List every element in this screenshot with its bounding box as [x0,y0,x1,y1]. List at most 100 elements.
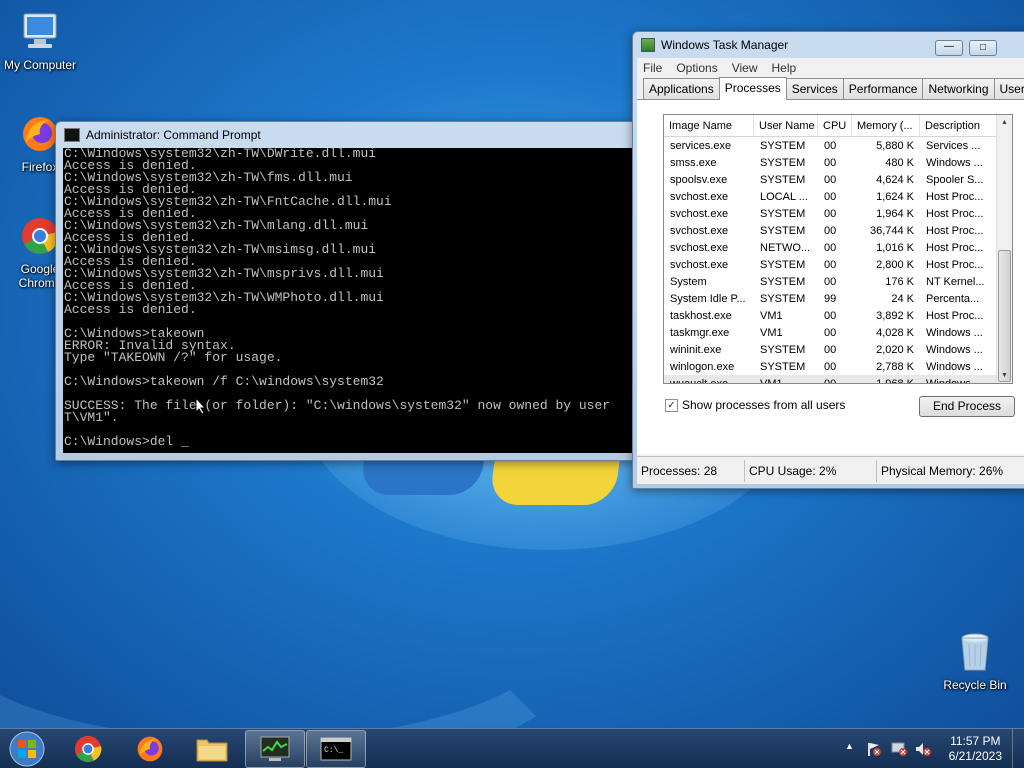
column-description[interactable]: Description [920,115,998,136]
table-row[interactable]: smss.exe SYSTEM 00 480 K Windows ... [664,154,1012,171]
table-cell: 1,624 K [876,190,914,203]
desktop-icon-my-computer[interactable]: My Computer [0,10,80,72]
task-manager-window[interactable]: Windows Task Manager — □ File Options View… [632,31,1024,489]
tab-users[interactable]: Users [993,78,1024,99]
taskmgr-window-icon [641,38,655,52]
command-prompt-icon: C:\_ [320,737,352,761]
status-cpu: CPU Usage: 2% [745,459,877,482]
table-cell: 00 [824,224,837,237]
table-cell: 00 [824,377,837,384]
show-hidden-icons-button[interactable]: ▲ [845,741,854,751]
table-row[interactable]: svchost.exe SYSTEM 00 2,800 K Host Proc... [664,256,1012,273]
table-cell: 2,800 K [876,258,914,271]
folder-icon [196,739,228,762]
table-cell: NT Kernel... [926,275,985,288]
table-row[interactable]: svchost.exe NETWO... 00 1,016 K Host Proc... [664,239,1012,256]
table-cell: services.exe [670,139,732,152]
taskbar-chrome[interactable] [58,730,118,768]
cmd-titlebar[interactable]: Administrator: Command Prompt [56,122,644,148]
table-cell: 00 [824,309,837,322]
taskmgr-statusbar: Processes: 28 CPU Usage: 2% Physical Mem… [637,456,1024,484]
table-cell: taskhost.exe [670,309,732,322]
table-row[interactable]: spoolsv.exe SYSTEM 00 4,624 K Spooler S... [664,171,1012,188]
table-row[interactable]: svchost.exe LOCAL ... 00 1,624 K Host Proc..… [664,188,1012,205]
taskbar: C:\_ ▲ 11:57 PM 6/21/2023 [0,728,1024,768]
table-cell: 00 [824,343,837,356]
column-image-name[interactable]: Image Name [664,115,754,136]
start-button[interactable] [0,730,54,768]
table-row[interactable]: taskmgr.exe VM1 00 4,028 K Windows ... [664,324,1012,341]
table-cell: Windows ... [926,377,983,384]
process-list-scrollbar[interactable]: ▲ ▼ [996,115,1012,383]
table-cell: Windows ... [926,360,983,373]
cmd-console[interactable]: C:\Windows\system32\zh-TW\DWrite.dll.mui… [63,148,644,453]
tab-performance[interactable]: Performance [842,78,924,99]
table-cell: 00 [824,173,837,186]
table-cell: Windows ... [926,156,983,169]
menu-help[interactable]: Help [772,61,797,75]
tab-services[interactable]: Services [785,78,844,99]
scroll-down-arrow-icon[interactable]: ▼ [1001,372,1008,379]
taskbar-clock[interactable]: 11:57 PM 6/21/2023 [949,734,1002,764]
clock-time: 11:57 PM [950,734,1001,748]
maximize-button[interactable]: □ [969,40,997,56]
command-prompt-window[interactable]: Administrator: Command Prompt C:\Windows… [55,121,645,461]
table-cell: 1,964 K [876,207,914,220]
menu-file[interactable]: File [643,61,662,75]
network-icon[interactable] [890,741,908,760]
desktop-icon-recycle-bin[interactable]: Recycle Bin [935,630,1015,692]
taskbar-task-manager[interactable] [245,730,305,768]
scroll-thumb[interactable] [998,250,1011,382]
scroll-up-arrow-icon[interactable]: ▲ [1001,119,1008,126]
table-cell: 4,624 K [876,173,914,186]
table-cell: 00 [824,207,837,220]
table-cell: SYSTEM [760,258,806,271]
table-row[interactable]: wininit.exe SYSTEM 00 2,020 K Windows ... [664,341,1012,358]
volume-icon[interactable] [914,741,932,760]
table-row[interactable]: System Idle P... SYSTEM 99 24 K Percenta... [664,290,1012,307]
table-row[interactable]: svchost.exe SYSTEM 00 1,964 K Host Proc... [664,205,1012,222]
table-cell: Windows ... [926,343,983,356]
column-cpu[interactable]: CPU [818,115,852,136]
table-cell: 2,788 K [876,360,914,373]
taskmgr-titlebar[interactable]: Windows Task Manager — □ [633,32,1024,58]
column-user-name[interactable]: User Name [754,115,818,136]
process-rows: services.exe SYSTEM 00 5,880 K Services ... s… [664,137,1012,384]
show-desktop-button[interactable] [1012,729,1024,768]
process-list-header: Image Name User Name CPU Memory (... Descrip… [664,115,1012,137]
table-cell: SYSTEM [760,156,806,169]
taskbar-command-prompt[interactable]: C:\_ [306,730,366,768]
taskbar-explorer[interactable] [182,730,242,768]
table-row[interactable]: winlogon.exe SYSTEM 00 2,788 K Windows ... [664,358,1012,375]
table-cell: SYSTEM [760,207,806,220]
mouse-cursor-icon [195,396,207,418]
table-cell: VM1 [760,326,783,339]
table-row[interactable]: System SYSTEM 00 176 K NT Kernel... [664,273,1012,290]
menu-options[interactable]: Options [676,61,717,75]
column-memory[interactable]: Memory (... [852,115,920,136]
checkbox-checked-icon[interactable]: ✓ [665,398,678,412]
taskmgr-menubar: File Options View Help [637,58,1024,78]
table-cell: 00 [824,326,837,339]
minimize-button[interactable]: — [935,40,963,56]
menu-view[interactable]: View [732,61,758,75]
svg-text:C:\_: C:\_ [324,746,343,755]
tab-applications[interactable]: Applications [643,78,720,99]
table-cell: smss.exe [670,156,717,169]
table-cell: 00 [824,258,837,271]
taskmgr-tabs: Applications Processes Services Performance… [637,77,1024,100]
clock-date: 6/21/2023 [948,749,1002,763]
tab-networking[interactable]: Networking [922,78,995,99]
table-row[interactable]: svchost.exe SYSTEM 00 36,744 K Host Proc... [664,222,1012,239]
table-row[interactable]: services.exe SYSTEM 00 5,880 K Services ... [664,137,1012,154]
table-row[interactable]: wuauclt.exe VM1 00 1,968 K Windows ... [664,375,1012,384]
table-row[interactable]: taskhost.exe VM1 00 3,892 K Host Proc... [664,307,1012,324]
show-all-users-checkbox[interactable]: ✓ Show processes from all users [665,398,845,412]
table-cell: 24 K [891,292,914,305]
tab-processes[interactable]: Processes [718,77,787,100]
taskbar-firefox[interactable] [120,730,180,768]
end-process-button[interactable]: End Process [919,396,1015,417]
action-center-flag-icon[interactable] [866,741,882,760]
table-cell: SYSTEM [760,343,806,356]
process-list[interactable]: Image Name User Name CPU Memory (... Descrip… [663,114,1013,384]
